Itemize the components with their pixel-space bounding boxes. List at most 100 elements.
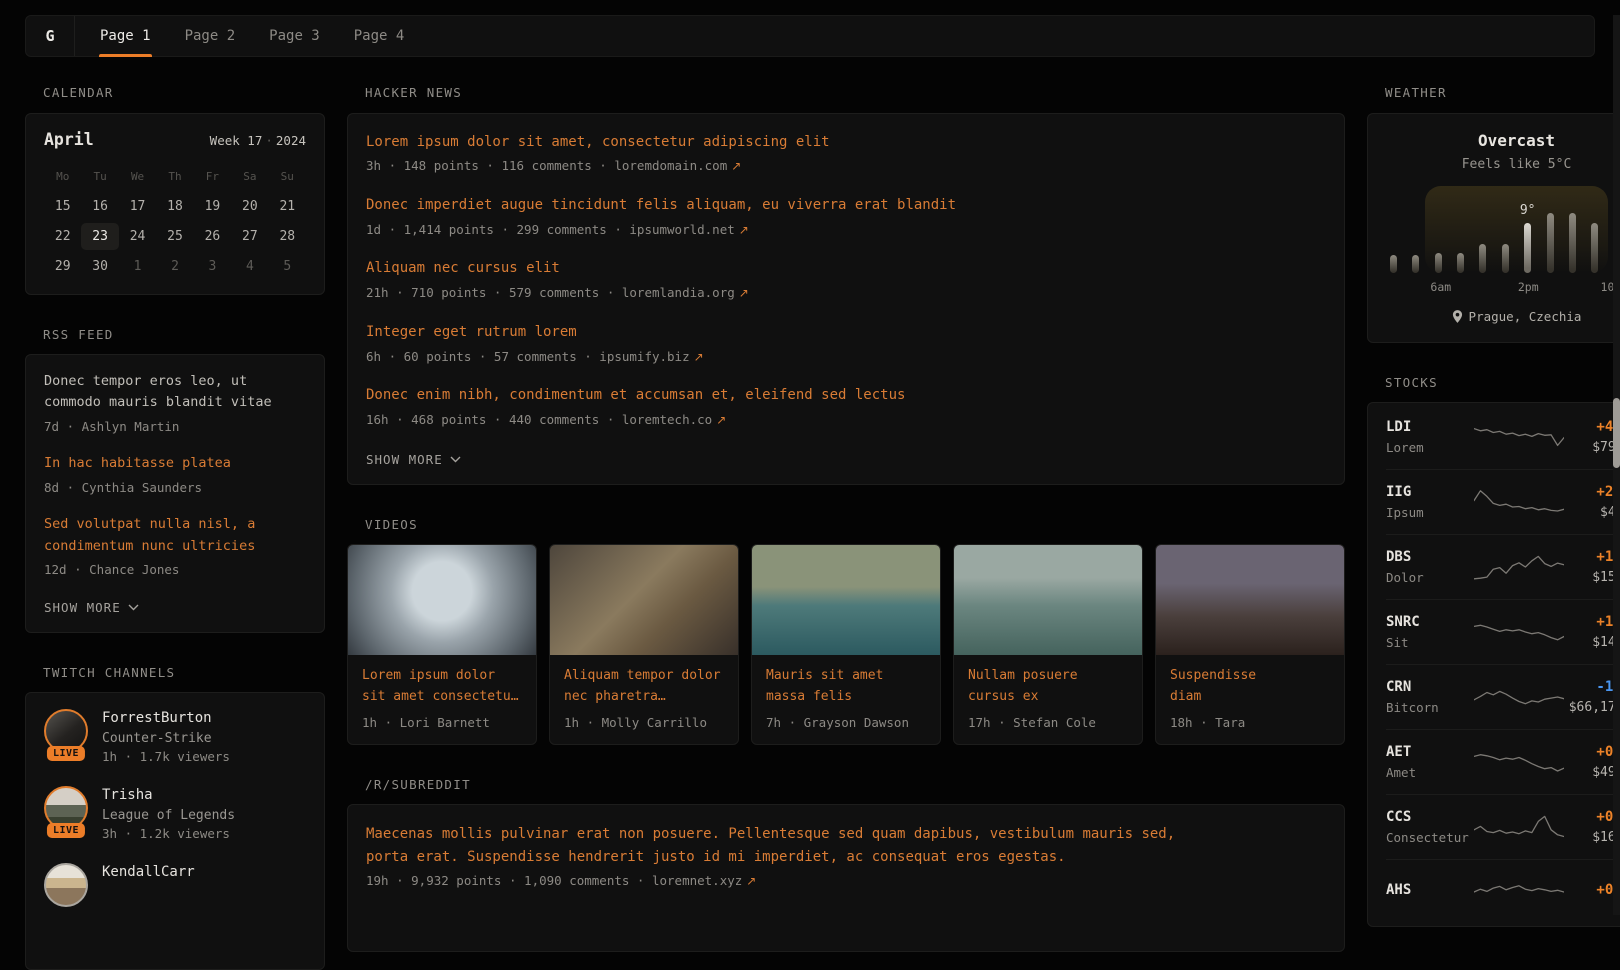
tab-page-1[interactable]: Page 1	[83, 16, 168, 56]
rss-item-meta: 12d · Chance Jones	[44, 561, 306, 580]
video-thumbnail[interactable]	[550, 545, 738, 655]
hacker-news-show-more-button[interactable]: SHOW MORE	[366, 452, 461, 467]
calendar-day-selected: 23	[81, 223, 118, 250]
calendar-day: 15	[44, 193, 81, 220]
stock-symbol[interactable]: CRN	[1386, 679, 1474, 696]
video-thumbnail[interactable]	[954, 545, 1142, 655]
weather-condition: Overcast	[1386, 131, 1620, 150]
rss-item-meta: 8d · Cynthia Saunders	[44, 479, 306, 498]
stock-id: CCS Consectetur	[1386, 809, 1474, 845]
weather-section-title: WEATHER	[1385, 87, 1620, 100]
stock-name: Lorem	[1386, 440, 1474, 455]
rss-item-meta: 7d · Ashlyn Martin	[44, 418, 306, 437]
calendar-day-next-month: 4	[231, 253, 268, 280]
stock-name: Ipsum	[1386, 505, 1474, 520]
stock-row[interactable]: LDI Lorem +4.35% $795.18	[1386, 405, 1620, 469]
stock-symbol[interactable]: DBS	[1386, 549, 1474, 566]
stock-row[interactable]: CCS Consectetur +0.51% $165.84	[1386, 794, 1620, 859]
tab-page-2[interactable]: Page 2	[168, 16, 253, 56]
video-thumbnail[interactable]	[752, 545, 940, 655]
temp-bar	[1547, 213, 1554, 273]
video-title[interactable]: Nullam posuere cursus ex	[968, 666, 1128, 708]
stock-symbol[interactable]: IIG	[1386, 484, 1474, 501]
stock-row[interactable]: CRN Bitcorn -1.00% $66,171.48	[1386, 664, 1620, 729]
calendar-day-next-month: 2	[156, 253, 193, 280]
channel-name[interactable]: Trisha	[102, 786, 235, 805]
news-item-title[interactable]: Integer eget rutrum lorem	[366, 322, 1206, 344]
location-pin-icon	[1452, 310, 1463, 323]
stock-sparkline	[1474, 615, 1564, 649]
temp-bar	[1502, 244, 1509, 273]
calendar-day: 20	[231, 193, 268, 220]
rss-item-title[interactable]: Donec tempor eros leo, ut commodo mauris…	[44, 371, 306, 414]
calendar-day: 30	[81, 253, 118, 280]
calendar-header: April Week 17·2024	[44, 130, 306, 149]
video-card[interactable]: Suspendisse diam 18h · Tara	[1155, 544, 1345, 745]
video-title[interactable]: Lorem ipsum dolor sit amet consectetu…	[362, 666, 522, 708]
live-badge: LIVE	[47, 823, 85, 838]
external-link-icon[interactable]: ↗	[690, 350, 704, 364]
video-thumbnail[interactable]	[1156, 545, 1344, 655]
video-title[interactable]: Aliquam tempor dolor nec pharetra…	[564, 666, 724, 708]
temp-bar-current: 9°	[1524, 223, 1531, 272]
news-item-title[interactable]: Lorem ipsum dolor sit amet, consectetur …	[366, 132, 1206, 154]
dot-separator: ·	[262, 133, 276, 148]
stock-symbol[interactable]: AET	[1386, 744, 1474, 761]
rss-show-more-button[interactable]: SHOW MORE	[44, 600, 139, 615]
stocks-section: STOCKS LDI Lorem +4.35% $795.18 IIG	[1367, 377, 1620, 928]
stock-row[interactable]: AHS +0.46%	[1386, 859, 1620, 924]
temp-bar	[1479, 244, 1486, 273]
news-item-title[interactable]: Aliquam nec cursus elit	[366, 258, 1206, 280]
video-meta: 1h · Molly Carrillo	[564, 715, 724, 730]
calendar-year: 2024	[276, 133, 306, 148]
tab-page-4[interactable]: Page 4	[337, 16, 422, 56]
twitch-channel[interactable]: LIVE ForrestBurton Counter-Strike 1h · 1…	[44, 709, 306, 764]
stock-symbol[interactable]: AHS	[1386, 882, 1474, 899]
stock-row[interactable]: SNRC Sit +1.36% $148.64	[1386, 599, 1620, 664]
temp-bar	[1591, 223, 1598, 272]
news-item-meta: 3h · 148 points · 116 comments · loremdo…	[366, 157, 1326, 176]
video-card[interactable]: Nullam posuere cursus ex 17h · Stefan Co…	[953, 544, 1143, 745]
news-item: Integer eget rutrum lorem 6h · 60 points…	[366, 322, 1326, 366]
channel-viewers: 3h · 1.2k viewers	[102, 826, 235, 841]
stock-sparkline	[1474, 485, 1564, 519]
stock-row[interactable]: DBS Dolor +1.42% $156.28	[1386, 534, 1620, 599]
news-item-title[interactable]: Donec enim nibh, condimentum et accumsan…	[366, 385, 1206, 407]
stock-row[interactable]: AET Amet +0.92% $499.72	[1386, 729, 1620, 794]
stocks-widget: LDI Lorem +4.35% $795.18 IIG Ipsum	[1367, 402, 1620, 927]
external-link-icon[interactable]: ↗	[727, 159, 741, 173]
calendar-grid: Mo Tu We Th Fr Sa Su 15 16 17 18 19 20 2…	[44, 163, 306, 280]
twitch-channel[interactable]: KendallCarr	[44, 863, 306, 907]
external-link-icon[interactable]: ↗	[735, 223, 749, 237]
stock-sparkline	[1474, 875, 1564, 909]
app-logo[interactable]: G	[26, 16, 75, 56]
news-item-info: 6h · 60 points · 57 comments · ipsumify.…	[366, 349, 690, 364]
external-link-icon[interactable]: ↗	[742, 874, 756, 888]
calendar-widget: April Week 17·2024 Mo Tu We Th Fr Sa Su …	[25, 113, 325, 295]
hacker-news-section: HACKER NEWS Lorem ipsum dolor sit amet, …	[347, 87, 1345, 485]
reddit-post-title[interactable]: Maecenas mollis pulvinar erat non posuer…	[366, 823, 1206, 868]
video-title[interactable]: Mauris sit amet massa felis	[766, 666, 926, 708]
stock-row[interactable]: IIG Ipsum +2.84% $42.04	[1386, 469, 1620, 534]
channel-name[interactable]: KendallCarr	[102, 863, 195, 882]
video-title[interactable]: Suspendisse diam	[1170, 666, 1285, 708]
video-card[interactable]: Lorem ipsum dolor sit amet consectetu… 1…	[347, 544, 537, 745]
video-thumbnail[interactable]	[348, 545, 536, 655]
rss-item-title[interactable]: In hac habitasse platea	[44, 453, 306, 474]
tab-page-3[interactable]: Page 3	[252, 16, 337, 56]
external-link-icon[interactable]: ↗	[735, 286, 749, 300]
page-tabs: Page 1 Page 2 Page 3 Page 4	[75, 16, 421, 56]
twitch-channel[interactable]: LIVE Trisha League of Legends 3h · 1.2k …	[44, 786, 306, 841]
rss-item-title[interactable]: Sed volutpat nulla nisl, a condimentum n…	[44, 514, 306, 557]
video-card[interactable]: Aliquam tempor dolor nec pharetra… 1h · …	[549, 544, 739, 745]
channel-name[interactable]: ForrestBurton	[102, 709, 230, 728]
stock-symbol[interactable]: CCS	[1386, 809, 1474, 826]
stock-symbol[interactable]: SNRC	[1386, 614, 1474, 631]
stock-symbol[interactable]: LDI	[1386, 419, 1474, 436]
video-card[interactable]: Mauris sit amet massa felis 7h · Grayson…	[751, 544, 941, 745]
scrollbar-thumb[interactable]	[1613, 398, 1620, 468]
reddit-post-info: 19h · 9,932 points · 1,090 comments · lo…	[366, 873, 742, 888]
news-item: Donec enim nibh, condimentum et accumsan…	[366, 385, 1326, 429]
news-item-title[interactable]: Donec imperdiet augue tincidunt felis al…	[366, 195, 1206, 217]
external-link-icon[interactable]: ↗	[712, 413, 726, 427]
